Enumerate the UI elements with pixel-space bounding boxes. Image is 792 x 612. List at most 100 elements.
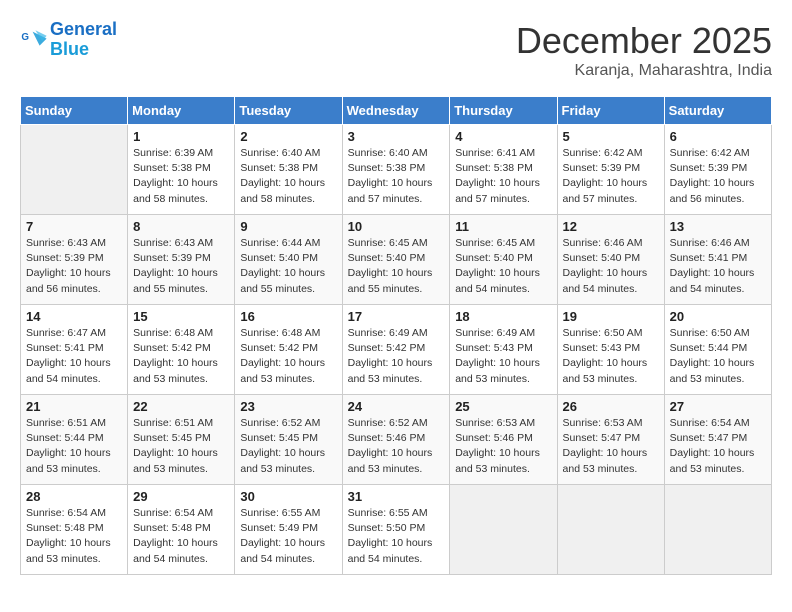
calendar-day-cell: 21 Sunrise: 6:51 AMSunset: 5:44 PMDayligh…	[21, 395, 128, 485]
calendar-week-row: 28 Sunrise: 6:54 AMSunset: 5:48 PMDayligh…	[21, 485, 772, 575]
day-info: Sunrise: 6:51 AMSunset: 5:45 PMDaylight:…	[133, 416, 229, 477]
title-block: December 2025 Karanja, Maharashtra, Indi…	[516, 20, 772, 80]
calendar-day-cell: 17 Sunrise: 6:49 AMSunset: 5:42 PMDayligh…	[342, 305, 450, 395]
calendar-day-cell: 7 Sunrise: 6:43 AMSunset: 5:39 PMDaylight…	[21, 215, 128, 305]
day-info: Sunrise: 6:47 AMSunset: 5:41 PMDaylight:…	[26, 326, 122, 387]
day-number: 26	[563, 399, 659, 414]
day-number: 23	[240, 399, 336, 414]
day-number: 20	[670, 309, 766, 324]
day-number: 19	[563, 309, 659, 324]
day-number: 3	[348, 129, 445, 144]
calendar-body: 1 Sunrise: 6:39 AMSunset: 5:38 PMDaylight…	[21, 125, 772, 575]
calendar-day-cell: 27Sunrise: 6:54 AMSunset: 5:47 PMDayligh…	[664, 395, 771, 485]
calendar-day-cell: 4Sunrise: 6:41 AMSunset: 5:38 PMDaylight…	[450, 125, 557, 215]
day-info: Sunrise: 6:52 AMSunset: 5:45 PMDaylight:…	[240, 416, 336, 477]
calendar-day-cell: 24Sunrise: 6:52 AMSunset: 5:46 PMDayligh…	[342, 395, 450, 485]
calendar-day-cell	[557, 485, 664, 575]
day-number: 31	[348, 489, 445, 504]
calendar-day-cell: 25 Sunrise: 6:53 AMSunset: 5:46 PMDayligh…	[450, 395, 557, 485]
day-number: 16	[240, 309, 336, 324]
calendar-day-cell: 1 Sunrise: 6:39 AMSunset: 5:38 PMDaylight…	[128, 125, 235, 215]
calendar-day-cell: 2Sunrise: 6:40 AMSunset: 5:38 PMDaylight…	[235, 125, 342, 215]
day-number: 9	[240, 219, 336, 234]
day-info: Sunrise: 6:50 AMSunset: 5:43 PMDaylight:…	[563, 326, 659, 387]
day-info: Sunrise: 6:54 AMSunset: 5:48 PMDaylight:…	[26, 506, 122, 567]
day-info: Sunrise: 6:40 AMSunset: 5:38 PMDaylight:…	[348, 146, 445, 207]
day-number: 22	[133, 399, 229, 414]
calendar-day-cell: 16Sunrise: 6:48 AMSunset: 5:42 PMDayligh…	[235, 305, 342, 395]
day-number: 8	[133, 219, 229, 234]
weekday-header-cell: Wednesday	[342, 97, 450, 125]
day-info: Sunrise: 6:55 AMSunset: 5:50 PMDaylight:…	[348, 506, 445, 567]
logo-icon: G	[20, 26, 48, 54]
calendar-day-cell: 30 Sunrise: 6:55 AMSunset: 5:49 PMDayligh…	[235, 485, 342, 575]
calendar-day-cell: 19 Sunrise: 6:50 AMSunset: 5:43 PMDayligh…	[557, 305, 664, 395]
day-number: 1	[133, 129, 229, 144]
day-info: Sunrise: 6:54 AMSunset: 5:48 PMDaylight:…	[133, 506, 229, 567]
day-info: Sunrise: 6:53 AMSunset: 5:46 PMDaylight:…	[455, 416, 551, 477]
calendar-day-cell: 3 Sunrise: 6:40 AMSunset: 5:38 PMDaylight…	[342, 125, 450, 215]
day-info: Sunrise: 6:55 AMSunset: 5:49 PMDaylight:…	[240, 506, 336, 567]
day-number: 30	[240, 489, 336, 504]
calendar-day-cell: 11 Sunrise: 6:45 AMSunset: 5:40 PMDayligh…	[450, 215, 557, 305]
day-number: 27	[670, 399, 766, 414]
day-info: Sunrise: 6:45 AMSunset: 5:40 PMDaylight:…	[455, 236, 551, 297]
day-number: 11	[455, 219, 551, 234]
day-info: Sunrise: 6:46 AMSunset: 5:41 PMDaylight:…	[670, 236, 766, 297]
day-number: 17	[348, 309, 445, 324]
calendar-day-cell: 18Sunrise: 6:49 AMSunset: 5:43 PMDayligh…	[450, 305, 557, 395]
day-number: 15	[133, 309, 229, 324]
day-number: 29	[133, 489, 229, 504]
location-subtitle: Karanja, Maharashtra, India	[516, 62, 772, 80]
calendar-day-cell	[21, 125, 128, 215]
weekday-header-cell: Monday	[128, 97, 235, 125]
calendar-day-cell: 14 Sunrise: 6:47 AMSunset: 5:41 PMDayligh…	[21, 305, 128, 395]
day-info: Sunrise: 6:43 AMSunset: 5:39 PMDaylight:…	[133, 236, 229, 297]
day-info: Sunrise: 6:48 AMSunset: 5:42 PMDaylight:…	[133, 326, 229, 387]
day-info: Sunrise: 6:43 AMSunset: 5:39 PMDaylight:…	[26, 236, 122, 297]
calendar-day-cell	[450, 485, 557, 575]
day-number: 14	[26, 309, 122, 324]
day-info: Sunrise: 6:49 AMSunset: 5:42 PMDaylight:…	[348, 326, 445, 387]
calendar-day-cell: 12 Sunrise: 6:46 AMSunset: 5:40 PMDayligh…	[557, 215, 664, 305]
weekday-header-row: SundayMondayTuesdayWednesdayThursdayFrid…	[21, 97, 772, 125]
calendar-day-cell: 9 Sunrise: 6:44 AMSunset: 5:40 PMDaylight…	[235, 215, 342, 305]
day-number: 24	[348, 399, 445, 414]
calendar-day-cell: 22 Sunrise: 6:51 AMSunset: 5:45 PMDayligh…	[128, 395, 235, 485]
calendar-day-cell: 29 Sunrise: 6:54 AMSunset: 5:48 PMDayligh…	[128, 485, 235, 575]
calendar-day-cell: 5Sunrise: 6:42 AMSunset: 5:39 PMDaylight…	[557, 125, 664, 215]
day-number: 6	[670, 129, 766, 144]
day-number: 7	[26, 219, 122, 234]
day-info: Sunrise: 6:41 AMSunset: 5:38 PMDaylight:…	[455, 146, 551, 207]
calendar-day-cell	[664, 485, 771, 575]
calendar-week-row: 1 Sunrise: 6:39 AMSunset: 5:38 PMDaylight…	[21, 125, 772, 215]
day-info: Sunrise: 6:50 AMSunset: 5:44 PMDaylight:…	[670, 326, 766, 387]
day-number: 28	[26, 489, 122, 504]
day-number: 12	[563, 219, 659, 234]
day-number: 18	[455, 309, 551, 324]
page-header: G GeneralBlue December 2025 Karanja, Mah…	[20, 20, 772, 80]
day-info: Sunrise: 6:44 AMSunset: 5:40 PMDaylight:…	[240, 236, 336, 297]
day-number: 5	[563, 129, 659, 144]
day-number: 21	[26, 399, 122, 414]
weekday-header-cell: Tuesday	[235, 97, 342, 125]
calendar-day-cell: 6 Sunrise: 6:42 AMSunset: 5:39 PMDaylight…	[664, 125, 771, 215]
day-info: Sunrise: 6:42 AMSunset: 5:39 PMDaylight:…	[670, 146, 766, 207]
day-info: Sunrise: 6:51 AMSunset: 5:44 PMDaylight:…	[26, 416, 122, 477]
day-number: 10	[348, 219, 445, 234]
calendar-day-cell: 8 Sunrise: 6:43 AMSunset: 5:39 PMDaylight…	[128, 215, 235, 305]
logo: G GeneralBlue	[20, 20, 117, 60]
day-info: Sunrise: 6:39 AMSunset: 5:38 PMDaylight:…	[133, 146, 229, 207]
calendar-day-cell: 15 Sunrise: 6:48 AMSunset: 5:42 PMDayligh…	[128, 305, 235, 395]
day-info: Sunrise: 6:46 AMSunset: 5:40 PMDaylight:…	[563, 236, 659, 297]
month-title: December 2025	[516, 20, 772, 62]
calendar-week-row: 14 Sunrise: 6:47 AMSunset: 5:41 PMDayligh…	[21, 305, 772, 395]
day-number: 25	[455, 399, 551, 414]
weekday-header-cell: Sunday	[21, 97, 128, 125]
weekday-header-cell: Thursday	[450, 97, 557, 125]
calendar-week-row: 7 Sunrise: 6:43 AMSunset: 5:39 PMDaylight…	[21, 215, 772, 305]
calendar-day-cell: 20 Sunrise: 6:50 AMSunset: 5:44 PMDayligh…	[664, 305, 771, 395]
day-info: Sunrise: 6:40 AMSunset: 5:38 PMDaylight:…	[240, 146, 336, 207]
calendar-day-cell: 23 Sunrise: 6:52 AMSunset: 5:45 PMDayligh…	[235, 395, 342, 485]
calendar-week-row: 21 Sunrise: 6:51 AMSunset: 5:44 PMDayligh…	[21, 395, 772, 485]
